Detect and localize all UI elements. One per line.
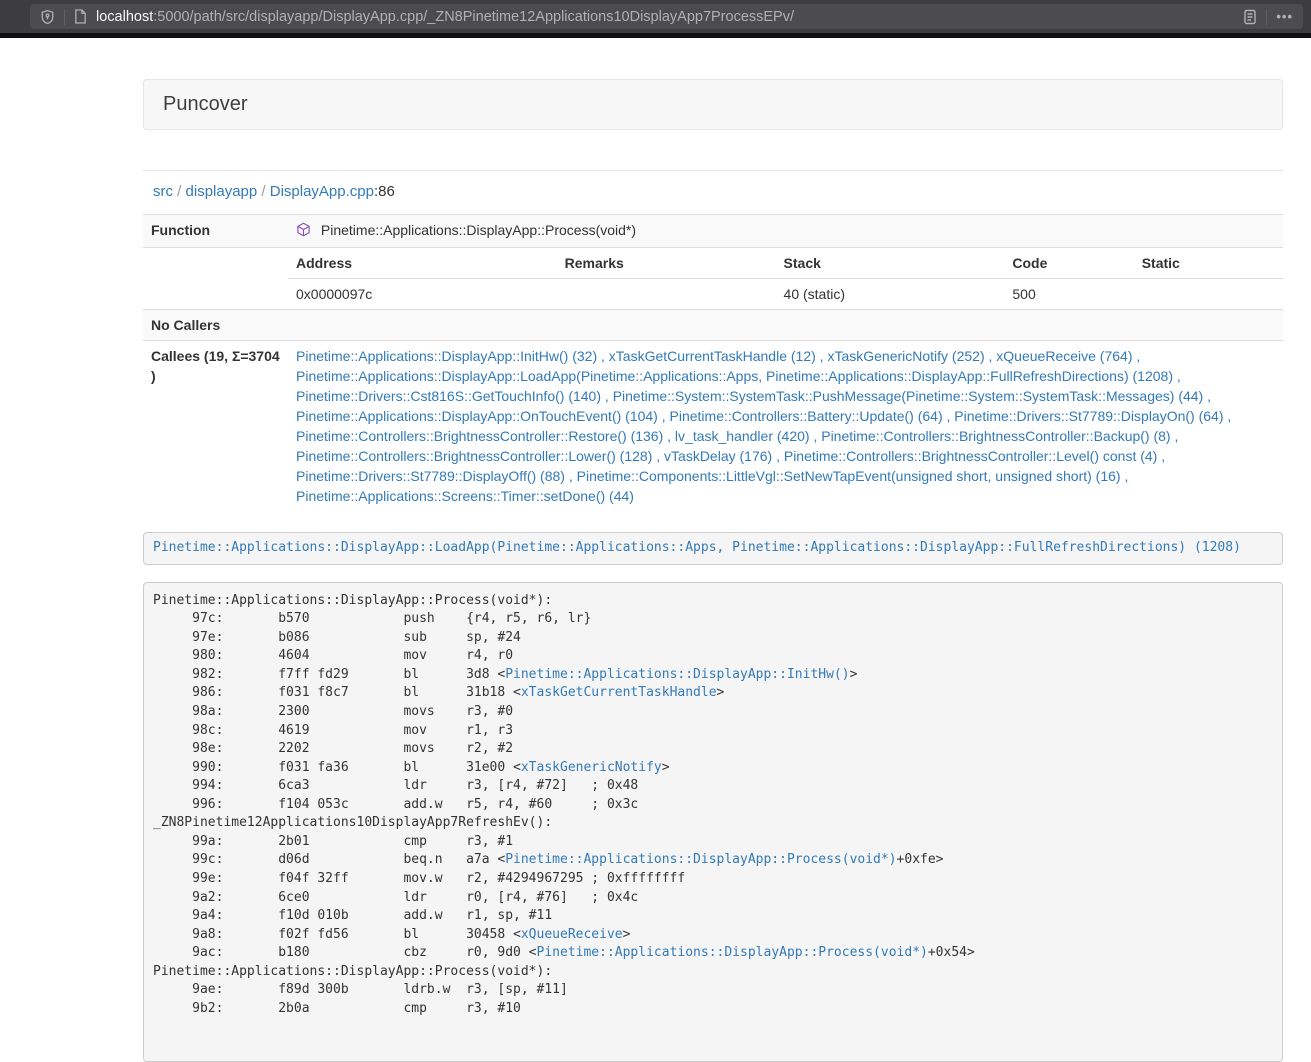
column-header-remarks: Remarks bbox=[557, 248, 776, 279]
callee-link[interactable]: Pinetime::Drivers::St7789::DisplayOn() (… bbox=[954, 408, 1223, 424]
no-callers-cell bbox=[288, 310, 1283, 341]
callee-separator: , bbox=[1121, 468, 1129, 484]
callee-link[interactable]: lv_task_handler (420) bbox=[675, 428, 810, 444]
divider bbox=[143, 170, 1283, 171]
callee-separator: , bbox=[1203, 388, 1211, 404]
callees-cell: Pinetime::Applications::DisplayApp::Init… bbox=[288, 341, 1283, 512]
page-info-icon[interactable] bbox=[74, 9, 87, 24]
callee-link[interactable]: Pinetime::Applications::DisplayApp::Load… bbox=[296, 368, 1173, 384]
callee-separator: , bbox=[1132, 348, 1140, 364]
callee-link[interactable]: Pinetime::Components::LittleVgl::SetNewT… bbox=[577, 468, 1121, 484]
snippet-link[interactable]: Pinetime::Applications::DisplayApp::Load… bbox=[153, 540, 1241, 555]
function-name-cell: Pinetime::Applications::DisplayApp::Proc… bbox=[288, 215, 1283, 248]
breadcrumb-separator: / bbox=[173, 183, 186, 200]
chrome-bottom-strip bbox=[0, 33, 1311, 38]
callee-link[interactable]: xQueueReceive (764) bbox=[996, 348, 1132, 364]
column-header-address: Address bbox=[288, 248, 557, 279]
breadcrumb: src / displayapp / DisplayApp.cpp:86 bbox=[143, 181, 1283, 202]
function-name: Pinetime::Applications::DisplayApp::Proc… bbox=[321, 222, 636, 238]
static-value bbox=[1134, 279, 1283, 310]
callee-link[interactable]: xTaskGetCurrentTaskHandle (12) bbox=[609, 348, 816, 364]
breadcrumb-separator: / bbox=[257, 183, 270, 200]
assembly-symbol-link[interactable]: Pinetime::Applications::DisplayApp::Init… bbox=[505, 667, 849, 682]
symbol-table: Function Pinetime::Applications::Display… bbox=[143, 214, 1283, 511]
brand-title: Puncover bbox=[163, 93, 248, 115]
assembly-symbol-link[interactable]: xTaskGenericNotify bbox=[521, 760, 662, 775]
shield-icon[interactable] bbox=[40, 9, 55, 25]
metrics-cell: Address Remarks Stack Code Static 0x0000… bbox=[288, 248, 1283, 310]
url-host: localhost bbox=[96, 9, 153, 25]
assembly-symbol-link[interactable]: Pinetime::Applications::DisplayApp::Proc… bbox=[505, 852, 896, 867]
function-label: Function bbox=[143, 215, 288, 248]
remarks-value bbox=[557, 279, 776, 310]
callee-link[interactable]: Pinetime::Drivers::St7789::DisplayOff() … bbox=[296, 468, 565, 484]
no-callers-label: No Callers bbox=[143, 310, 288, 341]
assembly-pre: Pinetime::Applications::DisplayApp::Proc… bbox=[143, 582, 1283, 1062]
breadcrumb-link[interactable]: DisplayApp.cpp bbox=[270, 183, 374, 200]
callee-link[interactable]: vTaskDelay (176) bbox=[664, 448, 772, 464]
metrics-row-label bbox=[143, 248, 288, 310]
callee-separator: , bbox=[943, 408, 955, 424]
no-callers-row: No Callers bbox=[143, 310, 1283, 341]
callee-link[interactable]: Pinetime::Applications::Screens::Timer::… bbox=[296, 488, 634, 504]
assembly-symbol-link[interactable]: xTaskGetCurrentTaskHandle bbox=[521, 685, 717, 700]
callee-link[interactable]: Pinetime::Applications::DisplayApp::OnTo… bbox=[296, 408, 658, 424]
browser-toolbar: localhost:5000/path/src/displayapp/Displ… bbox=[0, 0, 1311, 33]
url-path: :5000/path/src/displayapp/DisplayApp.cpp… bbox=[153, 9, 794, 25]
urlbar-divider bbox=[64, 9, 65, 25]
address-value: 0x0000097c bbox=[288, 279, 557, 310]
overflow-menu-icon[interactable]: ••• bbox=[1276, 10, 1293, 23]
cube-icon bbox=[296, 224, 315, 240]
callee-separator: , bbox=[1173, 368, 1181, 384]
urlbar-divider-2 bbox=[1266, 9, 1267, 25]
reader-mode-icon[interactable] bbox=[1243, 9, 1257, 25]
callee-link[interactable]: Pinetime::Controllers::BrightnessControl… bbox=[296, 428, 663, 444]
page-container: Puncover src / displayapp / DisplayApp.c… bbox=[143, 79, 1283, 1062]
breadcrumb-link[interactable]: src bbox=[153, 183, 173, 200]
callee-separator: , bbox=[810, 428, 822, 444]
breadcrumb-link[interactable]: displayapp bbox=[186, 183, 258, 200]
callee-separator: , bbox=[1171, 428, 1179, 444]
callees-label: Callees (19, Σ=3704 ) bbox=[143, 341, 288, 512]
callee-separator: , bbox=[772, 448, 784, 464]
callee-separator: , bbox=[658, 408, 670, 424]
brand-panel: Puncover bbox=[143, 79, 1283, 130]
callee-link[interactable]: Pinetime::Applications::DisplayApp::Init… bbox=[296, 348, 597, 364]
metrics-values-row: 0x0000097c 40 (static) 500 bbox=[288, 279, 1283, 310]
callee-link[interactable]: Pinetime::Drivers::Cst816S::GetTouchInfo… bbox=[296, 388, 601, 404]
callee-separator: , bbox=[985, 348, 997, 364]
callee-separator: , bbox=[663, 428, 675, 444]
url-text: localhost:5000/path/src/displayapp/Displ… bbox=[96, 9, 1234, 25]
callee-link[interactable]: Pinetime::Controllers::BrightnessControl… bbox=[784, 448, 1157, 464]
callee-separator: , bbox=[1157, 448, 1165, 464]
callee-link[interactable]: Pinetime::System::SystemTask::PushMessag… bbox=[613, 388, 1204, 404]
assembly-symbol-link[interactable]: xQueueReceive bbox=[521, 927, 623, 942]
callee-link[interactable]: Pinetime::Controllers::Battery::Update()… bbox=[670, 408, 943, 424]
callees-row: Callees (19, Σ=3704 ) Pinetime::Applicat… bbox=[143, 341, 1283, 512]
column-header-stack: Stack bbox=[776, 248, 1005, 279]
callee-link[interactable]: xTaskGenericNotify (252) bbox=[827, 348, 984, 364]
callee-separator: , bbox=[565, 468, 577, 484]
assembly-symbol-link[interactable]: Pinetime::Applications::DisplayApp::Proc… bbox=[537, 945, 928, 960]
code-value: 500 bbox=[1004, 279, 1133, 310]
column-header-static: Static bbox=[1134, 248, 1283, 279]
breadcrumb-line-number: :86 bbox=[374, 183, 395, 200]
function-row: Function Pinetime::Applications::Display… bbox=[143, 215, 1283, 248]
metrics-row: Address Remarks Stack Code Static 0x0000… bbox=[143, 248, 1283, 310]
callee-separator: , bbox=[597, 348, 609, 364]
url-bar[interactable]: localhost:5000/path/src/displayapp/Displ… bbox=[30, 4, 1303, 29]
metrics-table: Address Remarks Stack Code Static 0x0000… bbox=[288, 248, 1283, 309]
callee-link[interactable]: Pinetime::Controllers::BrightnessControl… bbox=[821, 428, 1170, 444]
callee-separator: , bbox=[816, 348, 828, 364]
callee-link[interactable]: Pinetime::Controllers::BrightnessControl… bbox=[296, 448, 652, 464]
column-header-code: Code bbox=[1004, 248, 1133, 279]
snippet-box: Pinetime::Applications::DisplayApp::Load… bbox=[143, 532, 1283, 565]
callee-separator: , bbox=[652, 448, 664, 464]
callee-separator: , bbox=[1224, 408, 1232, 424]
callee-separator: , bbox=[601, 388, 613, 404]
stack-value: 40 (static) bbox=[776, 279, 1005, 310]
